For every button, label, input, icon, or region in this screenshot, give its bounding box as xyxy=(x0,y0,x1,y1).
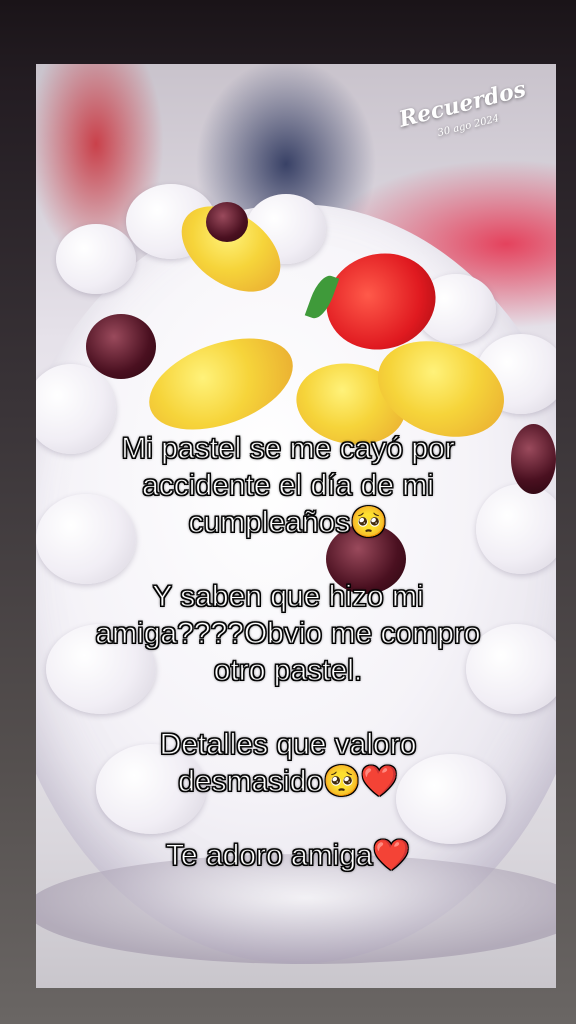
caption-line: Detalles que valoro xyxy=(159,728,417,762)
caption-line: Mi pastel se me cayó por xyxy=(121,432,455,466)
cherry xyxy=(86,314,156,379)
caption-line: amiga????Obvio me compro xyxy=(95,617,481,651)
caption-line: accidente el día de mi xyxy=(142,469,435,503)
caption-line: cumpleaños🥺 xyxy=(188,506,388,540)
caption-line: Te adoro amiga❤️ xyxy=(165,839,411,873)
caption-line: otro pastel. xyxy=(213,654,363,688)
caption-line: Y saben que hizo mi xyxy=(152,580,424,614)
cream-puff xyxy=(56,224,136,294)
cherry xyxy=(206,202,248,242)
caption-line: desmasido🥺❤️ xyxy=(178,765,399,799)
caption-text: Mi pastel se me cayó por accidente el dí… xyxy=(36,430,540,874)
